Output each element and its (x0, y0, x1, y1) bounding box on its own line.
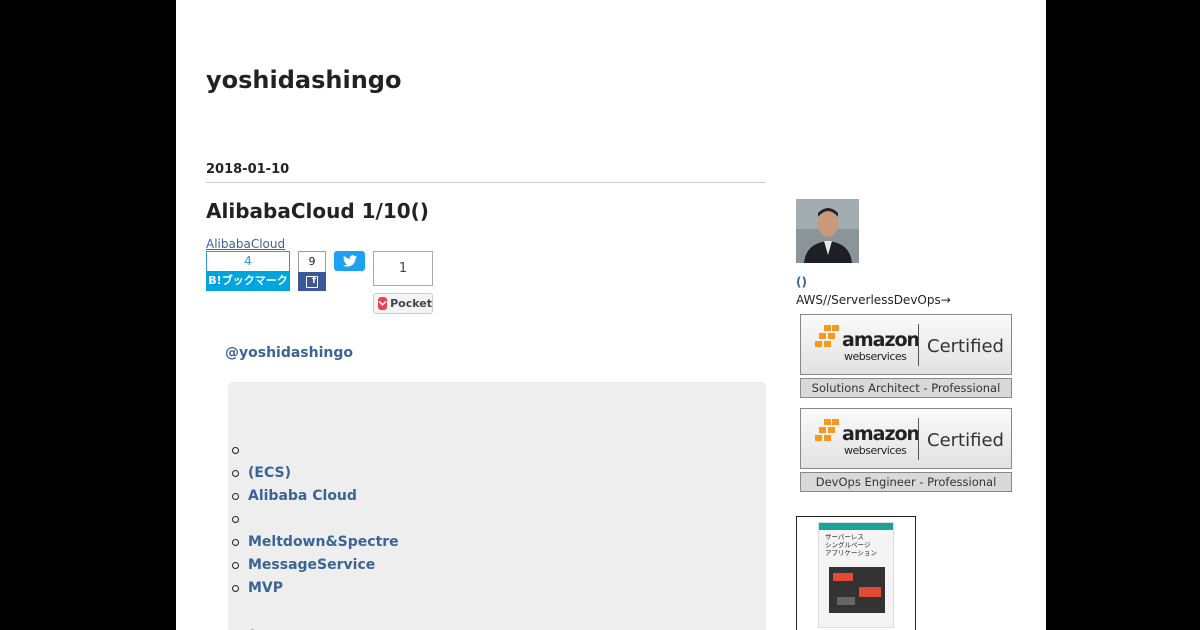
aws-cubes-icon (815, 325, 839, 347)
hatena-bookmark-count[interactable]: 4 (206, 251, 290, 271)
aws-webservices-wordmark: webservices (844, 444, 907, 457)
entry-date[interactable]: 2018-01-10 (206, 162, 289, 177)
blog-page: yoshidashingo 2018-01-10 AlibabaCloud 1/… (176, 0, 1046, 630)
profile-name[interactable]: () (796, 275, 807, 289)
category-link[interactable]: AlibabaCloud (206, 237, 285, 251)
facebook-icon: f (306, 275, 318, 288)
pocket-label: Pocket (390, 297, 432, 310)
twitter-bird-icon (342, 255, 357, 267)
book-cover: サーバーレス シングルページ アプリケーション (818, 522, 894, 628)
author-link[interactable]: @yoshidashingo (225, 345, 353, 361)
profile-avatar[interactable] (796, 199, 859, 263)
book-link[interactable]: サーバーレス シングルページ アプリケーション (796, 516, 916, 630)
cert-divider (918, 418, 919, 460)
toc-item[interactable]: MVP (232, 578, 399, 601)
date-divider (206, 182, 766, 183)
cert-certified-text: Certified (927, 336, 1004, 357)
toc-item[interactable]: MessageService (232, 555, 399, 578)
hatena-bookmark-label[interactable]: B!ブックマーク (206, 271, 290, 291)
entry-title[interactable]: AlibabaCloud 1/10() (206, 199, 429, 223)
hatena-bookmark-button[interactable]: 4 B!ブックマーク (206, 251, 290, 291)
pocket-count[interactable]: 1 (373, 251, 433, 286)
cert-certified-text: Certified (927, 430, 1004, 451)
toc-item-partial[interactable]: ◦ ... (248, 625, 278, 630)
cert-label: Solutions Architect - Professional (800, 378, 1012, 398)
cert-label: DevOps Engineer - Professional (800, 472, 1012, 492)
toc-list: (ECS) Alibaba Cloud Meltdown&Spectre Mes… (232, 440, 399, 601)
aws-webservices-wordmark: webservices (844, 350, 907, 363)
facebook-share[interactable]: f (298, 272, 326, 291)
toc-item[interactable] (232, 509, 399, 532)
toc-item[interactable]: Meltdown&Spectre (232, 532, 399, 555)
blog-title[interactable]: yoshidashingo (206, 66, 401, 94)
facebook-share-button[interactable]: 9 f (298, 251, 326, 291)
pocket-button[interactable]: Pocket (373, 293, 433, 314)
aws-cert-logo: amazon webservices Certified (800, 314, 1012, 375)
aws-amazon-wordmark: amazon (842, 423, 920, 445)
pocket-icon (378, 297, 388, 310)
book-cover-band (819, 523, 893, 530)
avatar-photo (796, 199, 859, 263)
aws-amazon-wordmark: amazon (842, 329, 920, 351)
book-cover-art (829, 567, 885, 613)
cert-divider (918, 324, 919, 366)
twitter-share-button[interactable] (334, 251, 365, 271)
toc-item[interactable] (232, 440, 399, 463)
profile-description: AWS//ServerlessDevOps→ (796, 293, 951, 307)
facebook-share-count[interactable]: 9 (298, 251, 326, 272)
aws-cert-badge-sa[interactable]: amazon webservices Certified Solutions A… (800, 314, 1012, 398)
aws-cubes-icon (815, 419, 839, 441)
table-of-contents: (ECS) Alibaba Cloud Meltdown&Spectre Mes… (228, 382, 766, 630)
toc-item[interactable]: (ECS) (232, 463, 399, 486)
toc-item[interactable]: Alibaba Cloud (232, 486, 399, 509)
aws-cert-badge-devops[interactable]: amazon webservices Certified DevOps Engi… (800, 408, 1012, 492)
book-title: サーバーレス シングルページ アプリケーション (825, 533, 877, 557)
aws-cert-logo: amazon webservices Certified (800, 408, 1012, 469)
